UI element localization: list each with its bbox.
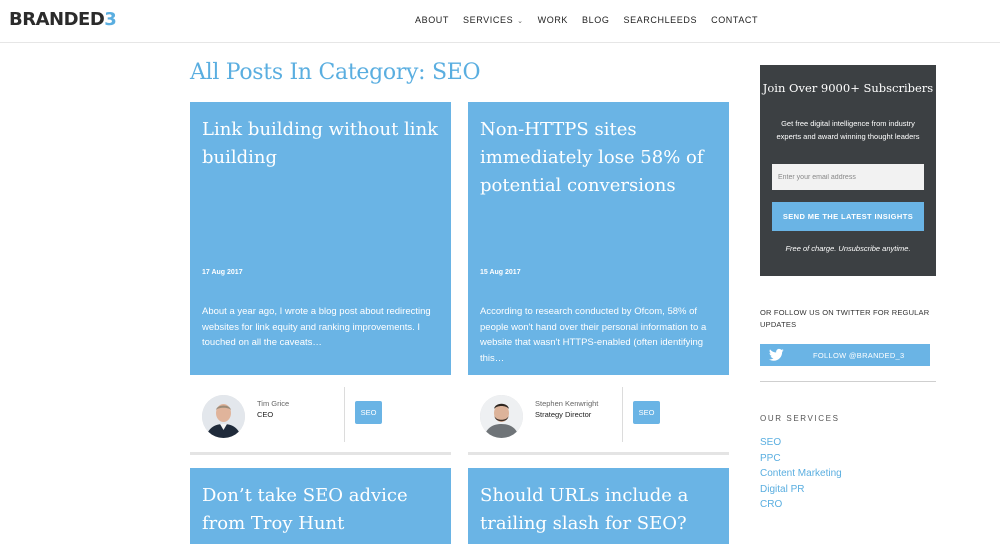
subscribe-note: Free of charge. Unsubscribe anytime.	[785, 244, 911, 253]
category-tag[interactable]: SEO	[355, 401, 382, 424]
post-card-body[interactable]: Link building without link building 17 A…	[190, 102, 451, 375]
card-separator	[468, 452, 729, 455]
post-date: 15 Aug 2017	[480, 269, 521, 276]
service-link-seo[interactable]: SEO	[760, 435, 842, 451]
post-card-body[interactable]: Don’t take SEO advice from Troy Hunt	[190, 468, 451, 544]
subscribe-description: Get free digital intelligence from indus…	[776, 119, 920, 141]
post-title[interactable]: Don’t take SEO advice from Troy Hunt	[202, 482, 442, 538]
category-tag[interactable]: SEO	[633, 401, 660, 424]
nav-item-searchleeds[interactable]: SEARCHLEEDS	[623, 15, 697, 25]
post-title[interactable]: Non-HTTPS sites immediately lose 58% of …	[480, 116, 720, 200]
nav-item-about[interactable]: ABOUT	[415, 15, 449, 25]
post-title[interactable]: Should URLs include a trailing slash for…	[480, 482, 720, 538]
card-separator	[190, 452, 451, 455]
twitter-bird-icon	[769, 348, 784, 361]
page-title: All Posts In Category: SEO	[190, 60, 481, 85]
nav-item-work[interactable]: WORK	[538, 15, 568, 25]
post-excerpt: According to research conducted by Ofcom…	[480, 306, 707, 364]
post-card-body[interactable]: Non-HTTPS sites immediately lose 58% of …	[468, 102, 729, 375]
services-list: SEO PPC Content Marketing Digital PR CRO	[760, 435, 842, 513]
nav-item-services-label: SERVICES	[463, 15, 514, 25]
post-date: 17 Aug 2017	[202, 269, 243, 276]
follow-text: OR FOLLOW US ON TWITTER FOR REGULAR UPDA…	[760, 308, 930, 329]
subscribe-button[interactable]: SEND ME THE LATEST INSIGHTS	[772, 202, 924, 231]
sidebar-divider	[760, 381, 936, 382]
post-excerpt: About a year ago, I wrote a blog post ab…	[202, 306, 431, 348]
site-header: BRANDED3 ABOUT SERVICES ⌄ WORK BLOG SEARC…	[0, 0, 1000, 43]
service-link-cro[interactable]: CRO	[760, 497, 842, 513]
meta-divider	[344, 387, 345, 442]
nav-item-blog[interactable]: BLOG	[582, 15, 609, 25]
subscribe-title: Join Over 9000+ Subscribers	[762, 81, 934, 95]
logo-text: BRANDED	[9, 9, 105, 30]
main-nav: ABOUT SERVICES ⌄ WORK BLOG SEARCHLEEDS CO…	[415, 15, 772, 25]
site-logo[interactable]: BRANDED3	[9, 9, 117, 30]
service-link-content-marketing[interactable]: Content Marketing	[760, 466, 842, 482]
service-link-ppc[interactable]: PPC	[760, 451, 842, 467]
chevron-down-icon: ⌄	[517, 18, 524, 25]
twitter-button-label: FOLLOW @BRANDED_3	[813, 351, 905, 360]
twitter-follow-button[interactable]: FOLLOW @BRANDED_3	[760, 344, 930, 366]
author-role: Strategy Director	[535, 410, 592, 419]
avatar	[202, 395, 245, 438]
author-role: CEO	[257, 410, 274, 419]
services-heading: OUR SERVICES	[760, 414, 840, 423]
avatar	[480, 395, 523, 438]
post-card-body[interactable]: Should URLs include a trailing slash for…	[468, 468, 729, 544]
email-field[interactable]	[772, 164, 924, 190]
nav-item-contact[interactable]: CONTACT	[711, 15, 758, 25]
post-meta: Stephen Kenwright Strategy Director SEO	[468, 387, 729, 457]
service-link-digital-pr[interactable]: Digital PR	[760, 482, 842, 498]
meta-divider	[622, 387, 623, 442]
post-meta: Tim Grice CEO SEO	[190, 387, 451, 457]
author-name[interactable]: Tim Grice	[257, 399, 289, 408]
logo-number: 3	[104, 9, 117, 30]
post-title[interactable]: Link building without link building	[202, 116, 442, 172]
nav-item-services[interactable]: SERVICES ⌄	[463, 15, 524, 25]
author-name[interactable]: Stephen Kenwright	[535, 399, 598, 408]
subscribe-box: Join Over 9000+ Subscribers Get free dig…	[760, 65, 936, 276]
